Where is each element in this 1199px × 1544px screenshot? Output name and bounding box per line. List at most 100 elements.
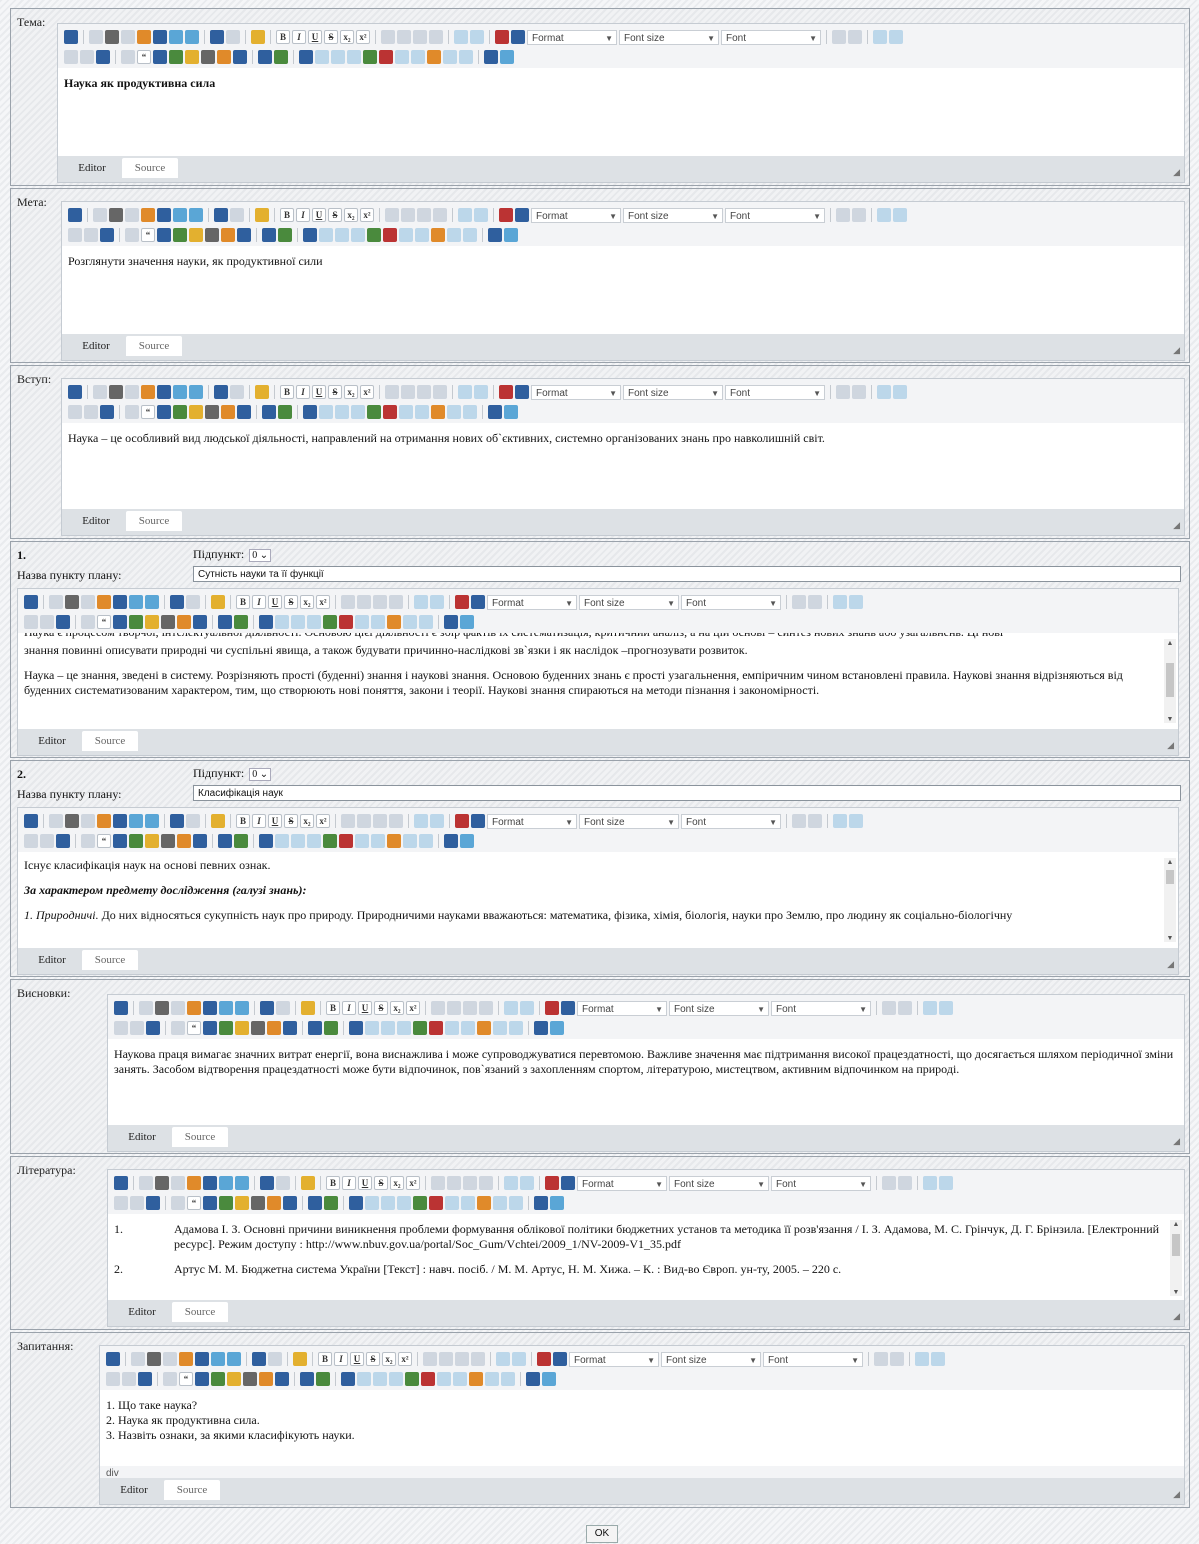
smiley-icon[interactable]: [221, 405, 235, 419]
spellcheck-icon[interactable]: [129, 615, 143, 629]
table-split-icon[interactable]: [453, 1372, 467, 1386]
font-size-select[interactable]: Font size ▼: [579, 594, 679, 610]
outdent-icon[interactable]: [882, 1176, 896, 1190]
page-break-icon[interactable]: [283, 1021, 297, 1035]
table-column-icon[interactable]: [335, 228, 349, 242]
text-color-icon[interactable]: [495, 30, 509, 44]
flash-icon[interactable]: [235, 1021, 249, 1035]
flash-icon[interactable]: [185, 50, 199, 64]
smiley-icon[interactable]: [177, 834, 191, 848]
strikethrough-icon[interactable]: S: [366, 1352, 380, 1366]
text-color-icon[interactable]: [545, 1176, 559, 1190]
select-all-icon[interactable]: [195, 1372, 209, 1386]
blockquote-icon[interactable]: “: [137, 50, 151, 64]
scroll-down-icon[interactable]: ▼: [1164, 934, 1176, 942]
undo-icon[interactable]: [260, 1001, 274, 1015]
paste-icon[interactable]: [187, 1176, 201, 1190]
resize-grip-icon[interactable]: ◢: [1173, 1489, 1180, 1500]
spellcheck-icon[interactable]: [219, 1196, 233, 1210]
special-char-icon[interactable]: [161, 834, 175, 848]
anchor-icon[interactable]: [138, 1372, 152, 1386]
format-select[interactable]: Format ▼: [487, 813, 577, 829]
align-center-icon[interactable]: [447, 1176, 461, 1190]
table-column-icon[interactable]: [335, 405, 349, 419]
item2-name-input[interactable]: Класифікація наук: [193, 785, 1181, 801]
background-color-icon[interactable]: [561, 1001, 575, 1015]
new-page-icon[interactable]: [93, 385, 107, 399]
resize-grip-icon[interactable]: ◢: [1173, 1136, 1180, 1147]
underline-icon[interactable]: U: [268, 814, 282, 828]
unlink-icon[interactable]: [40, 615, 54, 629]
redo-icon[interactable]: [230, 208, 244, 222]
font-select[interactable]: Font ▼: [725, 384, 825, 400]
table-border-icon[interactable]: [419, 615, 433, 629]
scroll-down-icon[interactable]: ▼: [1170, 1288, 1182, 1296]
scroll-up-icon[interactable]: ▲: [1164, 858, 1176, 866]
redo-icon[interactable]: [226, 30, 240, 44]
unlink-icon[interactable]: [122, 1372, 136, 1386]
table-row-icon[interactable]: [275, 615, 289, 629]
undo-icon[interactable]: [260, 1176, 274, 1190]
align-left-icon[interactable]: [431, 1176, 445, 1190]
align-right-icon[interactable]: [463, 1001, 477, 1015]
maximize-icon[interactable]: [262, 228, 276, 242]
resize-grip-icon[interactable]: ◢: [1173, 1311, 1180, 1322]
rtl-icon[interactable]: [474, 208, 488, 222]
copy-icon[interactable]: [125, 208, 139, 222]
rtl-icon[interactable]: [430, 595, 444, 609]
table-cell-icon[interactable]: [397, 1196, 411, 1210]
format-select[interactable]: Format ▼: [487, 594, 577, 610]
about-icon[interactable]: [504, 405, 518, 419]
subscript-icon[interactable]: x₂: [390, 1176, 404, 1190]
unlink-icon[interactable]: [84, 405, 98, 419]
item1-content-area[interactable]: Наука є процесом творчої, інтелектуально…: [18, 633, 1178, 729]
outdent-icon[interactable]: [836, 385, 850, 399]
font-size-select[interactable]: Font size ▼: [623, 207, 723, 223]
align-justify-icon[interactable]: [389, 814, 403, 828]
superscript-icon[interactable]: x²: [316, 814, 330, 828]
maximize-icon[interactable]: [300, 1372, 314, 1386]
new-page-icon[interactable]: [89, 30, 103, 44]
ltr-icon[interactable]: [454, 30, 468, 44]
table-merge-icon[interactable]: [399, 228, 413, 242]
table-properties-icon[interactable]: [427, 50, 441, 64]
background-color-icon[interactable]: [553, 1352, 567, 1366]
underline-icon[interactable]: U: [268, 595, 282, 609]
templates-icon[interactable]: [534, 1196, 548, 1210]
table-split-icon[interactable]: [461, 1021, 475, 1035]
table-insert-icon[interactable]: [413, 1196, 427, 1210]
font-size-select[interactable]: Font size ▼: [669, 1175, 769, 1191]
zapytannia-content-area[interactable]: 1. Що таке наука? 2. Наука як продуктивн…: [100, 1390, 1184, 1466]
table-merge-icon[interactable]: [355, 834, 369, 848]
show-blocks-icon[interactable]: [278, 228, 292, 242]
bold-icon[interactable]: B: [280, 385, 294, 399]
blockquote-icon[interactable]: “: [97, 834, 111, 848]
table-merge-icon[interactable]: [445, 1021, 459, 1035]
special-char-icon[interactable]: [205, 405, 219, 419]
align-center-icon[interactable]: [397, 30, 411, 44]
page-break-icon[interactable]: [193, 615, 207, 629]
ltr-icon[interactable]: [458, 385, 472, 399]
numbered-list-icon[interactable]: [915, 1352, 929, 1366]
numbered-list-icon[interactable]: [833, 814, 847, 828]
scroll-thumb[interactable]: [1166, 663, 1174, 697]
table-properties-icon[interactable]: [431, 228, 445, 242]
anchor-icon[interactable]: [100, 405, 114, 419]
format-select[interactable]: Format ▼: [527, 29, 617, 45]
table-border-icon[interactable]: [501, 1372, 515, 1386]
align-right-icon[interactable]: [463, 1176, 477, 1190]
about-icon[interactable]: [542, 1372, 556, 1386]
anchor-icon[interactable]: [56, 615, 70, 629]
table-delete-icon[interactable]: [339, 615, 353, 629]
align-justify-icon[interactable]: [479, 1176, 493, 1190]
link-icon[interactable]: [106, 1372, 120, 1386]
table-delete-icon[interactable]: [429, 1021, 443, 1035]
table-insert-icon[interactable]: [367, 228, 381, 242]
outdent-icon[interactable]: [792, 595, 806, 609]
horizontal-rule-icon[interactable]: [171, 1021, 185, 1035]
align-center-icon[interactable]: [439, 1352, 453, 1366]
font-select[interactable]: Font ▼: [725, 207, 825, 223]
italic-icon[interactable]: I: [342, 1001, 356, 1015]
special-char-icon[interactable]: [161, 615, 175, 629]
show-blocks-icon[interactable]: [316, 1372, 330, 1386]
